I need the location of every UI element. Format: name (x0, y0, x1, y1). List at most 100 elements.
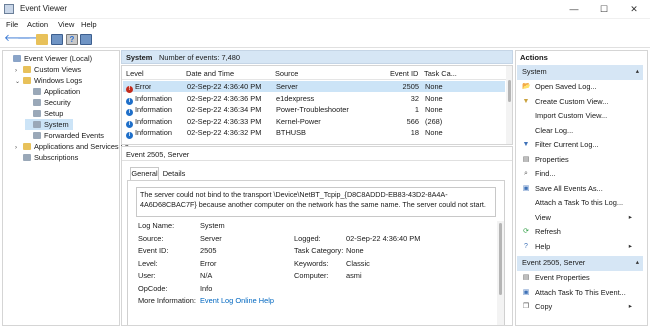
tree-item[interactable]: › Custom Views (15, 64, 85, 75)
log-icon (33, 88, 41, 95)
menu-file[interactable]: File (6, 20, 18, 29)
event-log-help-link[interactable]: Event Log Online Help (200, 296, 274, 305)
tree-item[interactable]: ⌄ Windows Logs (15, 75, 86, 86)
close-button[interactable]: ✕ (620, 0, 648, 19)
scrollbar-thumb[interactable] (508, 80, 511, 102)
create-view-icon: ▼ (522, 97, 530, 105)
tree-item[interactable]: System (25, 119, 73, 130)
task-category-cell: None (425, 105, 443, 114)
chevron-right-icon: ▸ (628, 213, 632, 221)
event-id-cell: 32 (410, 93, 419, 103)
action-item[interactable]: ⌕ Find... (516, 167, 642, 182)
help-icon: ? (524, 242, 528, 250)
menu-bar: File Action View Help (0, 19, 650, 32)
column-source[interactable]: Source (275, 69, 298, 78)
level-cell: i Information (126, 116, 172, 128)
tab-details[interactable]: Details (160, 168, 188, 180)
action-pane-icon[interactable] (80, 34, 92, 45)
minimize-button[interactable]: — (560, 0, 588, 19)
toolbar: 🡐 🡒 ? (0, 32, 650, 48)
log-icon (33, 110, 41, 117)
help-icon[interactable]: ? (66, 34, 78, 45)
refresh-icon: ⟳ (523, 228, 529, 235)
field-label: Level: (138, 258, 158, 268)
title-bar: Event Viewer — ☐ ✕ (0, 0, 650, 19)
chevron-right-icon: ▸ (628, 242, 632, 250)
menu-view[interactable]: View (58, 20, 74, 29)
table-row[interactable]: i Information 02-Sep-22 4:36:36 PM e1dexpre… (123, 93, 505, 105)
folder-icon (23, 66, 31, 73)
table-row[interactable]: ! Error 02-Sep-22 4:36:40 PM Server 2505 None (123, 81, 505, 93)
tree-item[interactable]: Security (25, 97, 75, 108)
folder-icon[interactable] (36, 34, 48, 45)
menu-action[interactable]: Action (27, 20, 48, 29)
action-item[interactable]: View ▸ (516, 211, 642, 226)
field-label: Keywords: (294, 258, 329, 268)
event-detail-title: Event 2505, Server (126, 150, 190, 159)
column-level[interactable]: Level (126, 69, 144, 78)
chevron-down-icon[interactable]: ⌄ (15, 77, 23, 88)
window-title: Event Viewer (20, 4, 67, 13)
back-icon[interactable]: 🡐 (4, 34, 31, 45)
actions-section-header[interactable]: Event 2505, Server ▴ (517, 256, 643, 271)
field-value: None (346, 246, 364, 255)
console-tree-icon[interactable] (51, 34, 63, 45)
task-category-cell: (268) (425, 116, 443, 126)
action-item[interactable]: ▤ Event Properties (516, 271, 642, 286)
maximize-button[interactable]: ☐ (590, 0, 618, 19)
field-label: Task Category: (294, 246, 344, 255)
date-cell: 02-Sep-22 4:36:36 PM (187, 93, 262, 103)
action-item[interactable]: Clear Log... (516, 124, 642, 139)
column-event-id[interactable]: Event ID (390, 69, 418, 78)
filter-icon: ▼ (522, 141, 530, 148)
column-date[interactable]: Date and Time (186, 69, 234, 78)
action-item[interactable]: ❐ Copy ▸ (516, 300, 642, 315)
field-label: User: (138, 271, 156, 280)
action-item[interactable]: ▤ Properties (516, 153, 642, 168)
scrollbar-thumb[interactable] (499, 223, 502, 295)
tree-item[interactable]: Event Viewer (Local) (5, 53, 96, 64)
subscriptions-icon (23, 154, 31, 161)
tab-general[interactable]: General (130, 167, 159, 180)
column-task-category[interactable]: Task Ca... (424, 69, 457, 78)
date-cell: 02-Sep-22 4:36:40 PM (187, 82, 262, 91)
chevron-right-icon: ▸ (628, 303, 632, 310)
action-item[interactable]: 📂 Open Saved Log... (516, 80, 642, 95)
action-item[interactable]: ▣ Attach Task To This Event... (516, 286, 642, 301)
chevron-up-icon[interactable]: ▴ (636, 256, 639, 271)
level-text: Information (135, 128, 172, 137)
event-list-scrollbar[interactable] (506, 66, 512, 144)
task-category-cell: None (425, 82, 443, 91)
actions-section-header[interactable]: System ▴ (517, 65, 643, 80)
tree-item-label: System (44, 120, 69, 129)
tree-item[interactable]: › Applications and Services Lo (15, 141, 133, 152)
action-item[interactable]: Import Custom View... (516, 109, 642, 124)
table-row[interactable]: i Information 02-Sep-22 4:36:34 PM Power-Tr… (123, 104, 505, 116)
tree-item[interactable]: Setup (25, 108, 67, 119)
field-value: Server (200, 233, 222, 243)
forward-icon[interactable]: 🡒 (17, 34, 44, 45)
event-message[interactable]: The server could not bind to the transpo… (136, 187, 496, 217)
action-item[interactable]: ▣ Save All Events As... (516, 182, 642, 197)
menu-help[interactable]: Help (81, 20, 97, 29)
action-item[interactable]: Attach a Task To this Log... (516, 196, 642, 211)
tree-item-label: Custom Views (34, 65, 82, 74)
detail-scrollbar[interactable] (497, 221, 504, 325)
field-value: System (200, 221, 225, 230)
action-item[interactable]: ⟳ Refresh (516, 225, 642, 240)
action-item[interactable]: ▼ Filter Current Log... (516, 138, 642, 153)
tree-item-label: Subscriptions (34, 153, 79, 162)
table-row[interactable]: i Information 02-Sep-22 4:36:33 PM Kernel-P… (123, 116, 505, 128)
event-viewer-icon (4, 4, 14, 14)
tree-item[interactable]: Subscriptions (15, 152, 82, 163)
table-row[interactable]: i Information 02-Sep-22 4:36:32 PM BTHUSB 18… (123, 127, 505, 139)
action-item[interactable]: ? Help ▸ (516, 240, 642, 255)
field-label: Log Name: (138, 221, 175, 230)
tree-item[interactable]: Application (25, 86, 84, 97)
chevron-up-icon[interactable]: ▴ (636, 65, 639, 80)
tree-item-label: Application (44, 87, 81, 96)
log-name: System (126, 53, 153, 62)
action-label: Copy (535, 302, 553, 311)
tree-item[interactable]: Forwarded Events (25, 130, 108, 141)
action-item[interactable]: ▼ Create Custom View... (516, 95, 642, 110)
